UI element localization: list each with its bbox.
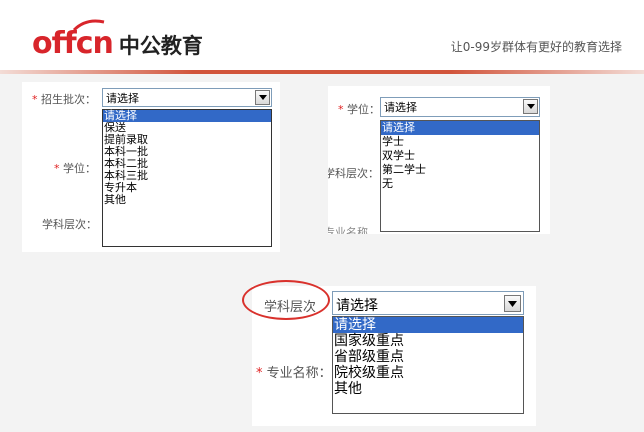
header-divider	[0, 70, 644, 74]
list-item[interactable]: 省部级重点	[333, 349, 523, 365]
site-logo[interactable]: offcn 中公教育	[32, 19, 203, 61]
degree-dropdown-list[interactable]: 请选择 学士 双学士 第二学士 无	[380, 120, 540, 232]
list-item[interactable]: 无	[381, 177, 539, 191]
level-label: 学科层次：	[328, 167, 379, 180]
batch-select-value: 请选择	[106, 92, 139, 105]
site-header: offcn 中公教育 让0-99岁群体有更好的教育选择	[0, 0, 644, 70]
list-item[interactable]: 院校级重点	[333, 365, 523, 381]
list-item[interactable]: 其他	[333, 381, 523, 397]
annotation-circle	[242, 280, 330, 320]
chevron-down-icon[interactable]	[523, 99, 538, 114]
logo-chinese-name: 中公教育	[118, 34, 203, 58]
list-item[interactable]: 请选择	[381, 121, 539, 135]
degree-select-value: 请选择	[384, 101, 417, 114]
list-item[interactable]: 国家级重点	[333, 333, 523, 349]
level-select[interactable]: 请选择	[332, 291, 524, 315]
level-dropdown-list[interactable]: 请选择 国家级重点 省部级重点 院校级重点 其他	[332, 316, 524, 414]
site-slogan: 让0-99岁群体有更好的教育选择	[450, 40, 622, 54]
form-panel-left: * 招生批次： * 学位： 学科层次： 请选择 请选择 保送 提前录取 本科一批…	[22, 82, 280, 252]
list-item[interactable]: 请选择	[103, 110, 271, 122]
major-label-partial: 专业名称	[328, 226, 368, 234]
logo-wordmark: offcn	[32, 26, 114, 61]
list-item[interactable]: 请选择	[333, 317, 523, 333]
list-item[interactable]: 专升本	[103, 182, 271, 194]
batch-dropdown-list[interactable]: 请选择 保送 提前录取 本科一批 本科二批 本科三批 专升本 其他	[102, 109, 272, 247]
level-select-value: 请选择	[336, 298, 378, 314]
degree-select[interactable]: 请选择	[380, 97, 540, 117]
form-panel-right: * 学位： 学科层次： 专业名称 请选择 请选择 学士 双学士 第二学士 无	[328, 86, 550, 234]
batch-label: * 招生批次：	[32, 93, 96, 106]
list-item[interactable]: 双学士	[381, 149, 539, 163]
list-item[interactable]: 其他	[103, 194, 271, 206]
level-label: 学科层次：	[42, 218, 97, 231]
degree-label: * 学位：	[338, 103, 380, 116]
degree-label: * 学位：	[54, 162, 96, 175]
major-label: * 专业名称：	[256, 366, 332, 381]
chevron-down-icon[interactable]	[255, 90, 270, 105]
list-item[interactable]: 第二学士	[381, 163, 539, 177]
chevron-down-icon[interactable]	[504, 295, 521, 312]
list-item[interactable]: 学士	[381, 135, 539, 149]
batch-select[interactable]: 请选择	[102, 88, 272, 107]
logo-swoosh-icon	[72, 19, 105, 32]
